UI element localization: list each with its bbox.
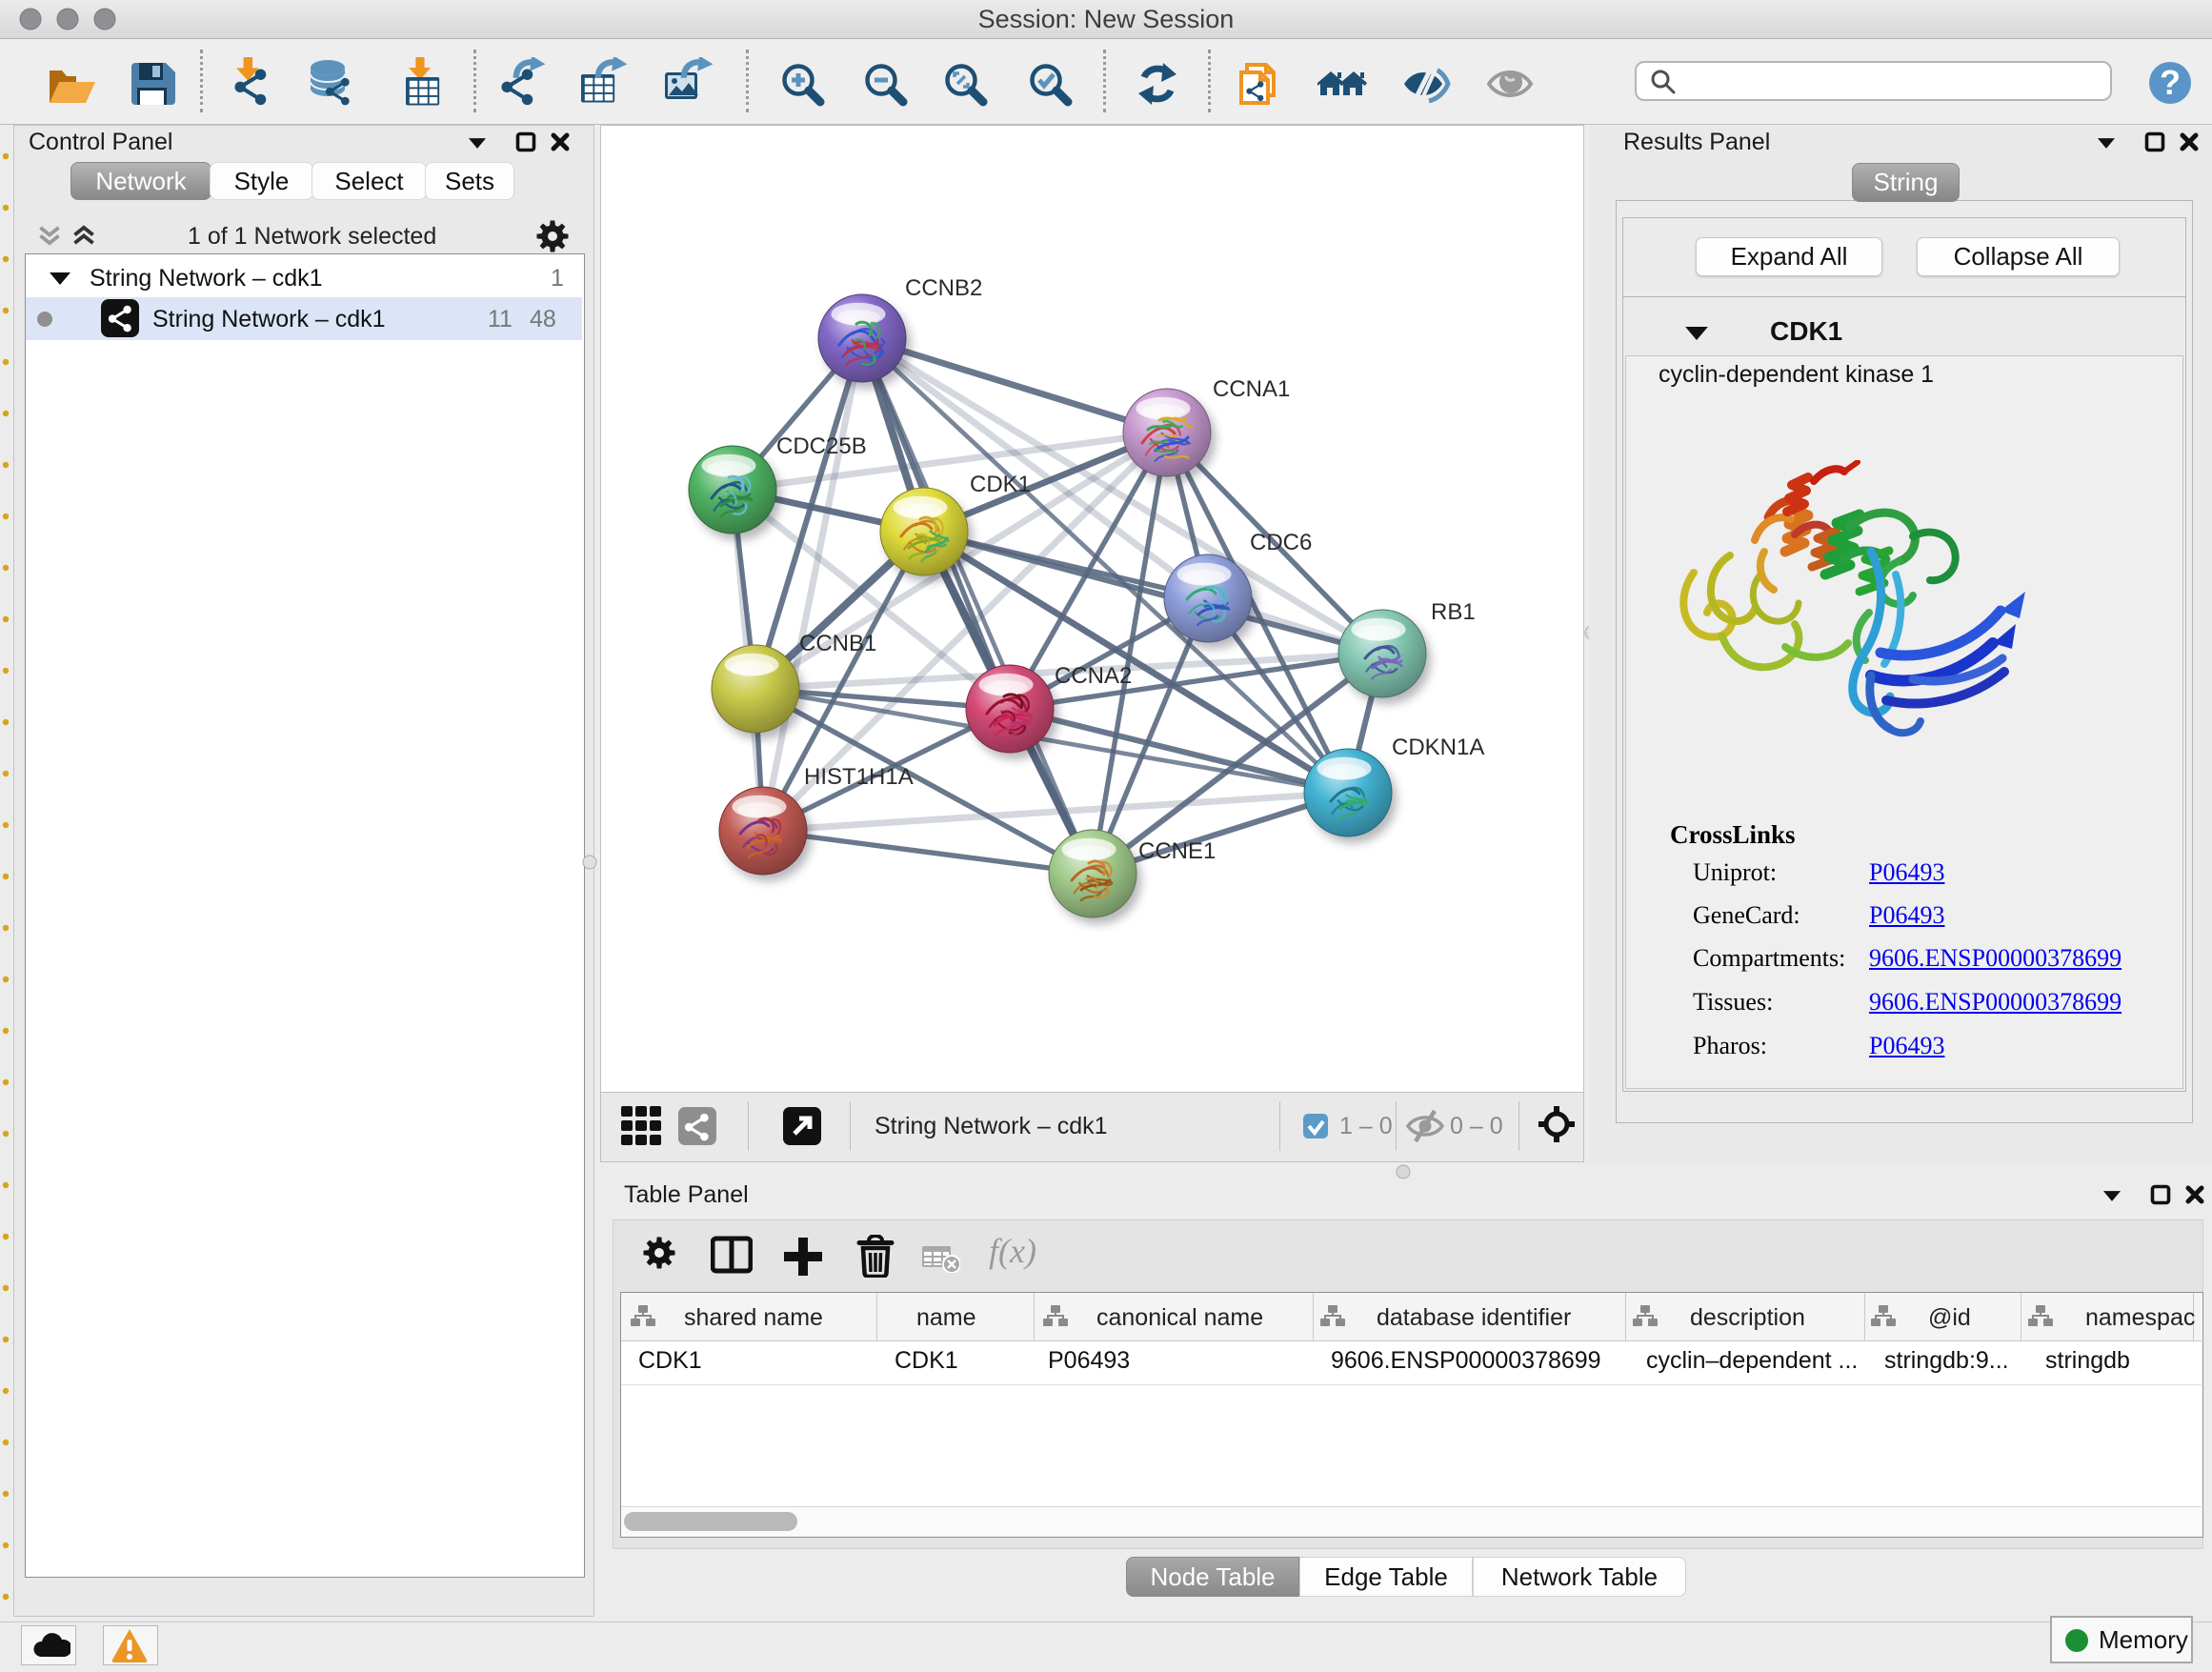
svg-text:CCNB1: CCNB1 bbox=[799, 631, 876, 656]
svg-text:CCNB2: CCNB2 bbox=[905, 275, 982, 301]
svg-text:CDKN1A: CDKN1A bbox=[1392, 735, 1484, 760]
svg-text:HIST1H1A: HIST1H1A bbox=[804, 764, 914, 790]
svg-text:CCNE1: CCNE1 bbox=[1138, 838, 1216, 864]
svg-text:CCNA2: CCNA2 bbox=[1055, 663, 1132, 689]
svg-text:CDC6: CDC6 bbox=[1250, 530, 1312, 555]
svg-text:CDK1: CDK1 bbox=[970, 472, 1031, 497]
svg-text:CCNA1: CCNA1 bbox=[1213, 376, 1290, 402]
svg-text:RB1: RB1 bbox=[1431, 599, 1476, 625]
svg-text:?: ? bbox=[2160, 63, 2181, 102]
svg-text:CDC25B: CDC25B bbox=[776, 433, 867, 459]
